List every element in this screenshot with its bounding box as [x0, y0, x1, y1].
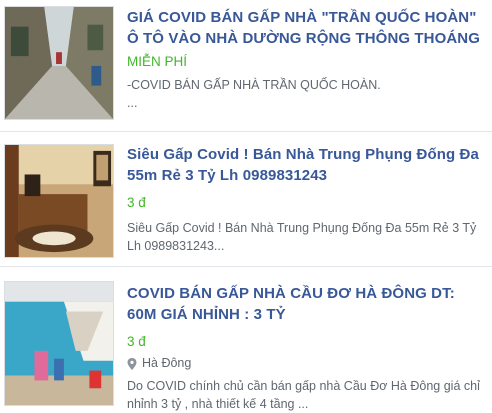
- listing-price: MIỄN PHÍ: [127, 54, 188, 69]
- listing-location: Hà Đông: [127, 356, 486, 371]
- listing-description: -COVID BÁN GẤP NHÀ TRẦN QUỐC HOÀN. ...: [127, 78, 381, 110]
- listing-card[interactable]: COVID BÁN GẤP NHÀ CẦU ĐƠ HÀ ĐÔNG DT: 60M…: [0, 267, 492, 411]
- listing-description: Do COVID chính chủ cần bán gấp nhà Cầu Đ…: [127, 379, 480, 411]
- listing-card[interactable]: Siêu Gấp Covid ! Bán Nhà Trung Phụng Đốn…: [0, 132, 492, 262]
- listing-thumbnail[interactable]: [4, 6, 114, 120]
- listing-description: Siêu Gấp Covid ! Bán Nhà Trung Phụng Đốn…: [127, 221, 477, 253]
- listing-title[interactable]: COVID BÁN GẤP NHÀ CẦU ĐƠ HÀ ĐÔNG DT: 60M…: [127, 283, 486, 325]
- marketplace-listing-list: GIÁ COVID BÁN GẤP NHÀ "TRẦN QUỐC HOÀN" Ô…: [0, 0, 492, 411]
- listing-thumbnail[interactable]: [4, 281, 114, 406]
- map-pin-icon: [127, 357, 137, 370]
- listing-location-label: Hà Đông: [142, 356, 192, 370]
- listing-thumbnail[interactable]: [4, 144, 114, 258]
- listing-title[interactable]: Siêu Gấp Covid ! Bán Nhà Trung Phụng Đốn…: [127, 144, 486, 186]
- listing-card[interactable]: GIÁ COVID BÁN GẤP NHÀ "TRẦN QUỐC HOÀN" Ô…: [0, 0, 492, 128]
- listing-price: 3 đ: [127, 334, 146, 349]
- listing-price: 3 đ: [127, 195, 146, 210]
- listing-title[interactable]: GIÁ COVID BÁN GẤP NHÀ "TRẦN QUỐC HOÀN" Ô…: [127, 7, 486, 49]
